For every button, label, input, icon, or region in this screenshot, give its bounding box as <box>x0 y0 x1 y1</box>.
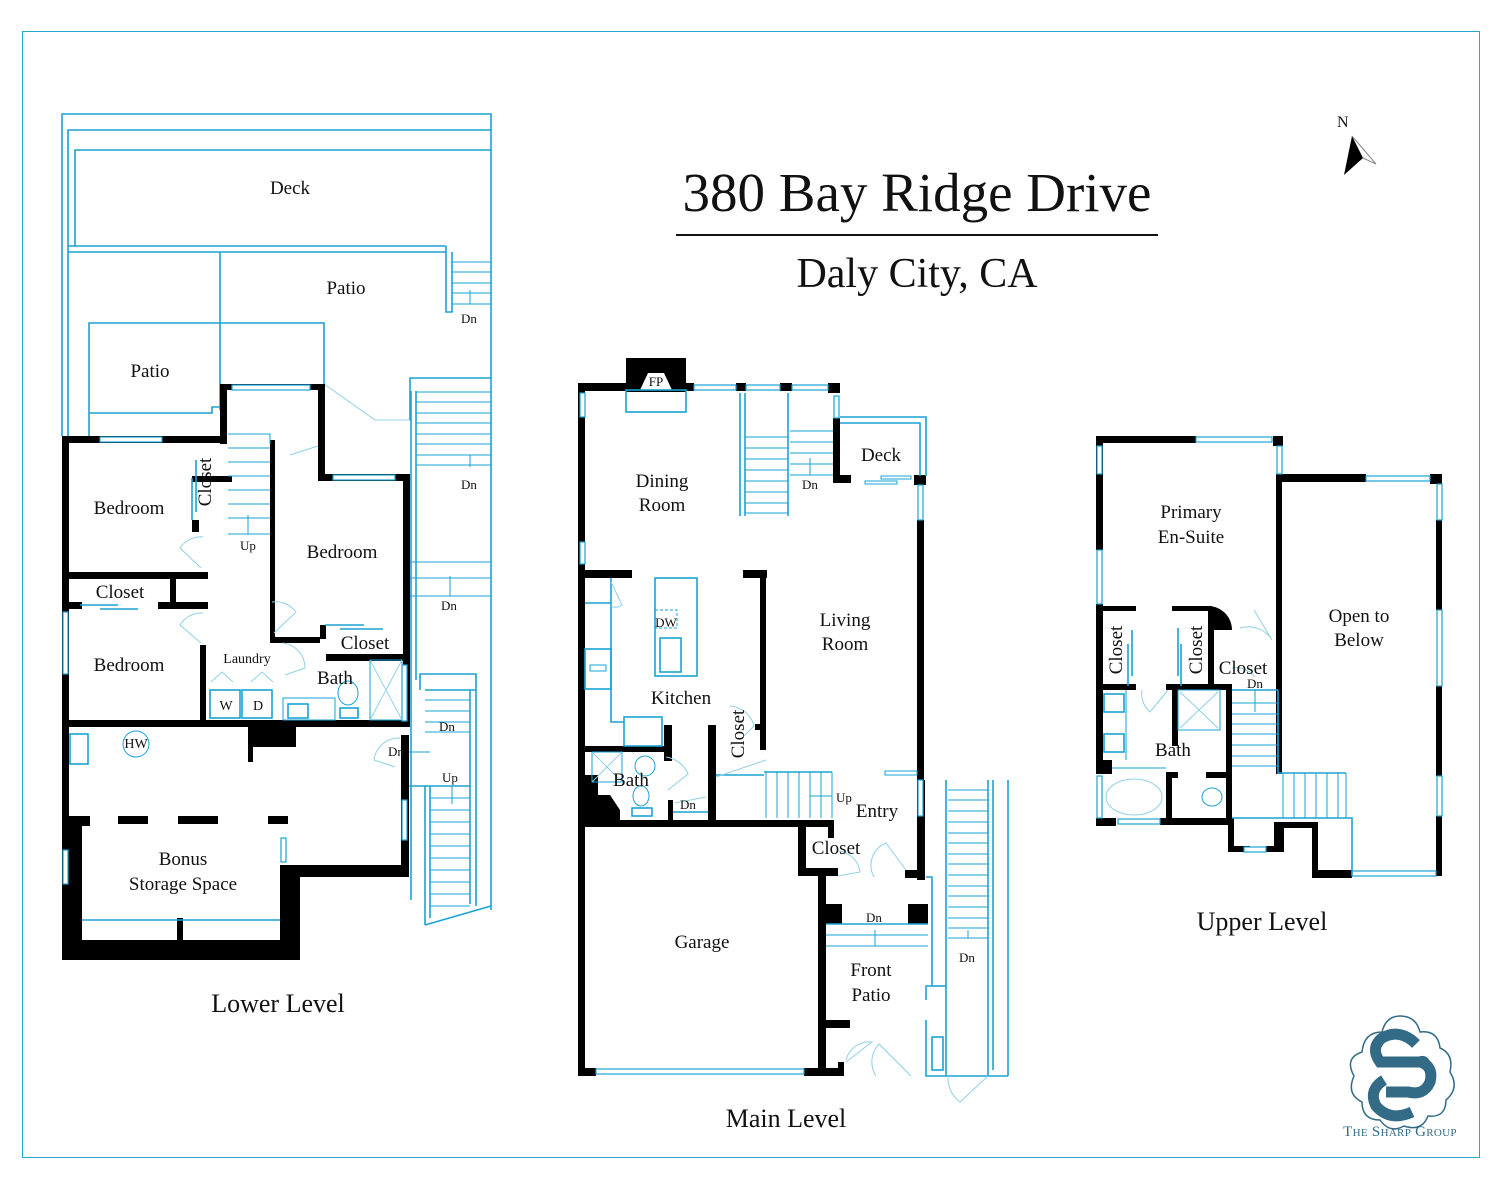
main-stairs-dn-1: Dn <box>802 477 818 492</box>
living-label-1: Living <box>820 610 871 631</box>
water-heater-label: HW <box>124 737 148 752</box>
kitchen-label: Kitchen <box>651 688 712 709</box>
lower-storage-label: Storage Space <box>129 874 237 895</box>
lower-closet-3-label: Closet <box>341 633 390 654</box>
lower-patio-left-label: Patio <box>130 361 169 382</box>
garage-label: Garage <box>675 932 730 953</box>
lower-stairs-dn-3: Dn <box>441 598 457 613</box>
main-stairs-dn-3: Dn <box>866 910 882 925</box>
open-to-below-label-2: Below <box>1334 630 1384 651</box>
open-to-below-label-1: Open to <box>1329 606 1390 627</box>
primary-label-2: En-Suite <box>1158 527 1225 548</box>
main-upper-stairs <box>739 393 833 516</box>
main-deck-label: Deck <box>861 445 902 466</box>
main-stairs-dn-4: Dn <box>959 950 975 965</box>
lower-closet-2-label: Closet <box>96 582 145 603</box>
lower-bonus-label: Bonus <box>159 849 208 870</box>
lower-deck-stairs <box>452 261 491 305</box>
primary-label-1: Primary <box>1160 502 1222 523</box>
lower-stairs-dn-1: Dn <box>461 311 477 326</box>
entry-label: Entry <box>856 801 899 822</box>
front-patio-label-1: Front <box>850 960 892 981</box>
lower-level-plan: Deck Patio Patio Bedroom Closet Bedroom … <box>61 113 492 1018</box>
main-closet-2-label: Closet <box>812 838 861 859</box>
main-stairs-up-1: Up <box>836 790 852 805</box>
fireplace-label: FP <box>649 374 663 389</box>
lower-stairs-up-2: Up <box>442 770 458 785</box>
lower-stairs-up-1: Up <box>240 538 256 553</box>
upper-closet-2-label: Closet <box>1186 625 1207 674</box>
washer-label: W <box>219 699 233 714</box>
main-entry-stairs <box>764 771 833 818</box>
upper-bath-label: Bath <box>1155 740 1191 761</box>
lower-stairs-dn-2: Dn <box>461 477 477 492</box>
lower-bedroom-1-label: Bedroom <box>94 498 165 519</box>
upper-stairs-dn-1: Dn <box>1247 676 1263 691</box>
living-label-2: Room <box>822 634 869 655</box>
main-side-stairs <box>945 780 1009 1103</box>
front-patio-label-2: Patio <box>851 985 890 1006</box>
main-bath-label: Bath <box>613 770 649 791</box>
lower-exterior-stairs <box>410 673 492 926</box>
lower-level-label: Lower Level <box>211 989 345 1018</box>
floor-plans: Deck Patio Patio Bedroom Closet Bedroom … <box>61 113 1443 1133</box>
main-closet-1-label: Closet <box>728 709 749 758</box>
lower-side-stairs <box>410 391 491 597</box>
lower-laundry-label: Laundry <box>223 652 270 667</box>
main-stairs-dn-2: Dn <box>680 797 696 812</box>
lower-stairs-dn-5: Dn <box>388 744 404 759</box>
lower-bedroom-3-label: Bedroom <box>94 655 165 676</box>
upper-closet-1-label: Closet <box>1106 625 1127 674</box>
upper-level-label: Upper Level <box>1197 907 1328 936</box>
lower-stairs-dn-4: Dn <box>439 719 455 734</box>
lower-deck-label: Deck <box>270 178 311 199</box>
dishwasher-label: DW <box>655 615 677 630</box>
lower-bedroom-2-label: Bedroom <box>307 542 378 563</box>
dryer-label: D <box>253 699 263 714</box>
dining-label-1: Dining <box>636 471 689 492</box>
upper-level-plan: Primary En-Suite Open to Below Closet Cl… <box>1096 436 1443 936</box>
lower-patio-upper-label: Patio <box>326 278 365 299</box>
main-level-plan: FP Dining Room Deck Dn Living Room DW Ki… <box>578 358 1009 1133</box>
lower-closet-1-label: Closet <box>195 457 216 506</box>
main-level-label: Main Level <box>726 1104 847 1133</box>
dining-label-2: Room <box>639 495 686 516</box>
lower-bath-label: Bath <box>317 668 353 689</box>
